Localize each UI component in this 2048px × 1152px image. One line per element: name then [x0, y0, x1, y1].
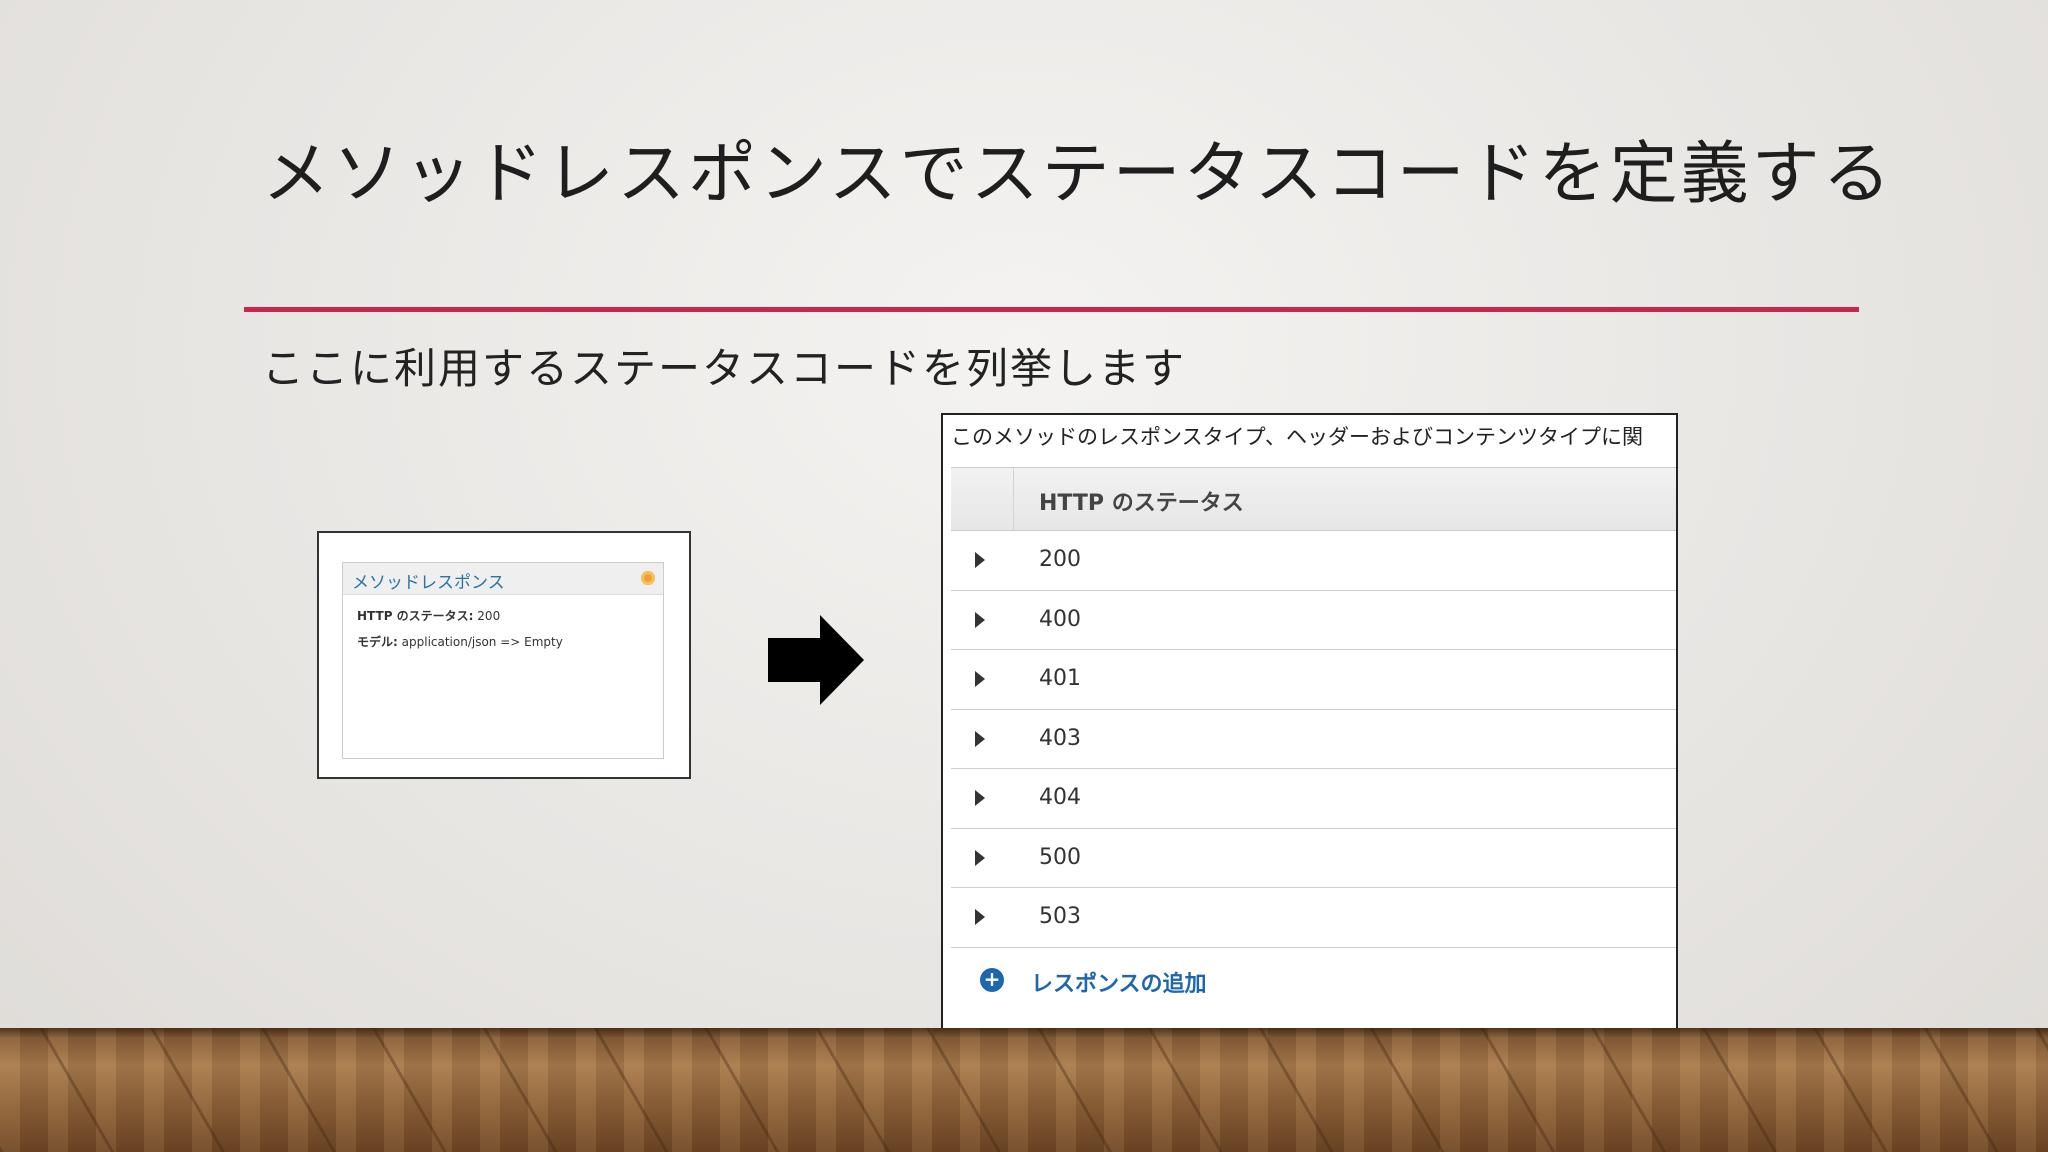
column-divider: [1013, 468, 1014, 530]
column-header-status: HTTP のステータス: [1039, 491, 1244, 516]
model-label: モデル:: [357, 635, 398, 649]
floor-shadow: [0, 1028, 2048, 1038]
method-response-screenshot: メソッドレスポンス HTTP のステータス: 200 モデル: applicat…: [317, 531, 691, 779]
expand-triangle-icon[interactable]: [975, 909, 985, 925]
status-code: 404: [1039, 785, 1081, 810]
status-code: 503: [1039, 904, 1081, 929]
expand-triangle-icon[interactable]: [975, 790, 985, 806]
status-value: 200: [477, 609, 501, 623]
table-row[interactable]: 404: [951, 769, 1676, 829]
method-response-title: メソッドレスポンス: [352, 573, 505, 593]
table-header: HTTP のステータス: [951, 467, 1676, 531]
table-row[interactable]: 400: [951, 591, 1676, 650]
right-arrow-icon: [768, 615, 864, 705]
table-row[interactable]: 401: [951, 650, 1676, 710]
status-label: HTTP のステータス:: [357, 609, 474, 623]
response-description: このメソッドのレスポンスタイプ、ヘッダーおよびコンテンツタイプに関: [951, 425, 1643, 449]
expand-triangle-icon[interactable]: [975, 611, 985, 628]
status-code: 500: [1039, 844, 1081, 870]
method-response-detail-screenshot: このメソッドのレスポンスタイプ、ヘッダーおよびコンテンツタイプに関 HTTP の…: [941, 413, 1678, 1030]
table-row[interactable]: 503: [951, 888, 1676, 948]
expand-triangle-icon[interactable]: [975, 849, 985, 866]
table-row[interactable]: 200: [951, 531, 1676, 591]
method-response-box: メソッドレスポンス HTTP のステータス: 200 モデル: applicat…: [342, 562, 664, 759]
model-value: application/json => Empty: [401, 635, 563, 649]
model-line: モデル: application/json => Empty: [357, 633, 563, 650]
status-code: 400: [1039, 606, 1081, 632]
status-code: 401: [1039, 666, 1081, 691]
add-response-button[interactable]: + レスポンスの追加: [951, 948, 1676, 1018]
table-row[interactable]: 500: [951, 829, 1676, 888]
status-line: HTTP のステータス: 200: [357, 607, 500, 624]
plus-circle-icon[interactable]: +: [980, 967, 1004, 992]
slide-title: メソッドレスポンスでステータスコードを定義する: [262, 135, 1894, 214]
status-code: 403: [1039, 725, 1081, 751]
add-response-label[interactable]: レスポンスの追加: [1031, 966, 1207, 998]
method-response-header: メソッドレスポンス: [343, 563, 663, 595]
wood-floor-background: [0, 1028, 2048, 1152]
slide-subtitle: ここに利用するステータスコードを列挙します: [262, 344, 1187, 393]
expand-triangle-icon[interactable]: [975, 730, 985, 747]
status-table: HTTP のステータス 200 400 401 403 404 500 503: [951, 467, 1676, 1018]
title-divider: [244, 307, 1859, 312]
edit-icon[interactable]: [641, 571, 655, 585]
expand-triangle-icon[interactable]: [975, 552, 985, 568]
expand-triangle-icon[interactable]: [975, 671, 985, 687]
status-code: 200: [1039, 547, 1081, 572]
table-row[interactable]: 403: [951, 710, 1676, 769]
